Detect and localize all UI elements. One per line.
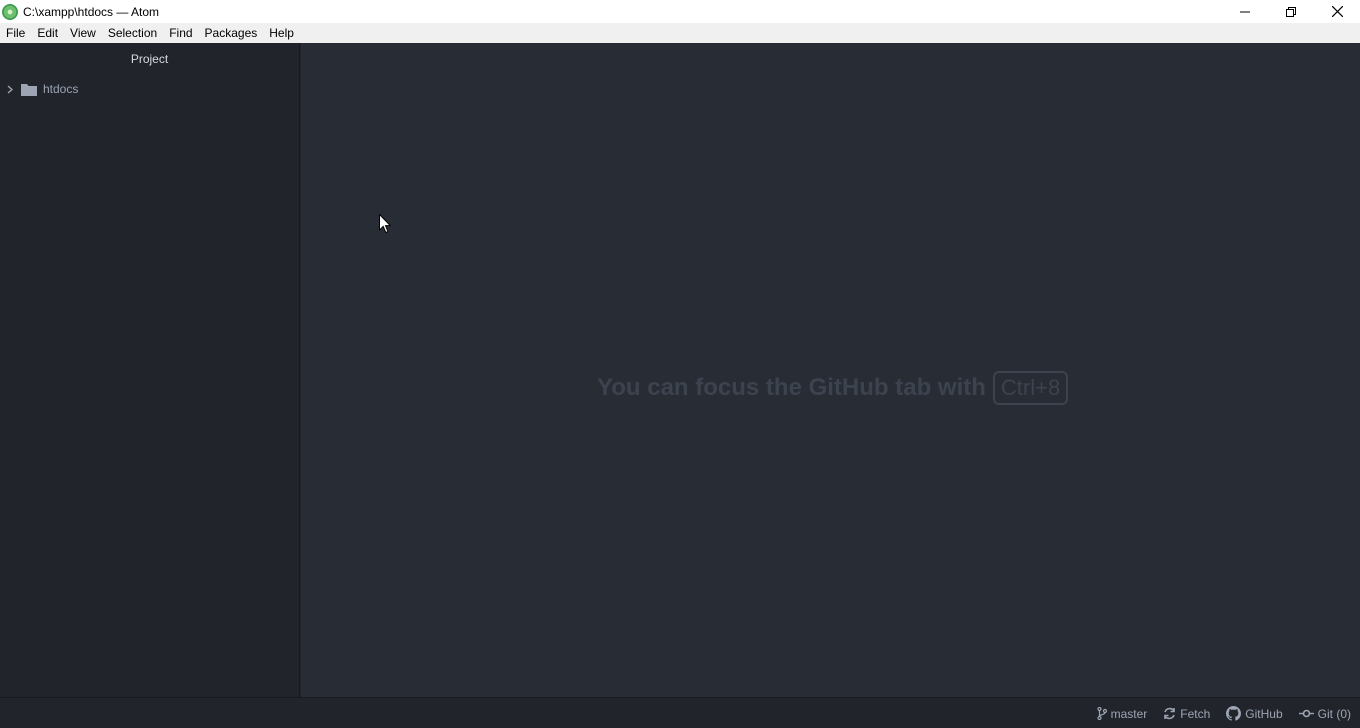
folder-icon bbox=[21, 82, 37, 96]
fetch-button[interactable]: Fetch bbox=[1163, 707, 1210, 721]
menu-selection[interactable]: Selection bbox=[102, 23, 163, 43]
menu-file[interactable]: File bbox=[0, 23, 31, 43]
shortcut-key: Ctrl+8 bbox=[992, 371, 1069, 405]
github-tab-hint: You can focus the GitHub tab with Ctrl+8 bbox=[597, 371, 1069, 405]
restore-button[interactable] bbox=[1268, 0, 1314, 23]
atom-logo-icon bbox=[2, 3, 18, 20]
menu-packages[interactable]: Packages bbox=[199, 23, 264, 43]
close-button[interactable] bbox=[1314, 0, 1360, 23]
menu-edit[interactable]: Edit bbox=[31, 23, 64, 43]
editor-pane[interactable]: You can focus the GitHub tab with Ctrl+8 bbox=[301, 43, 1360, 697]
window-controls bbox=[1222, 0, 1360, 23]
github-label: GitHub bbox=[1245, 706, 1283, 721]
window-titlebar[interactable]: C:\xampp\htdocs — Atom bbox=[0, 0, 1360, 23]
minimize-icon bbox=[1240, 11, 1250, 12]
github-icon bbox=[1226, 706, 1242, 721]
branch-label: master bbox=[1110, 706, 1148, 721]
minimize-button[interactable] bbox=[1222, 0, 1268, 23]
sync-icon bbox=[1164, 707, 1176, 720]
branch-button[interactable]: master bbox=[1096, 706, 1148, 721]
menu-view[interactable]: View bbox=[64, 23, 102, 43]
git-branch-icon bbox=[1096, 707, 1107, 720]
tree-item-htdocs[interactable]: htdocs bbox=[0, 79, 300, 99]
git-label: Git (0) bbox=[1317, 706, 1351, 721]
git-commit-icon bbox=[1298, 709, 1314, 718]
menu-help[interactable]: Help bbox=[263, 23, 300, 43]
menu-bar: File Edit View Selection Find Packages H… bbox=[0, 23, 1360, 43]
close-icon bbox=[1331, 6, 1343, 17]
tree-item-label: htdocs bbox=[43, 82, 79, 96]
hint-text: You can focus the GitHub tab with bbox=[597, 374, 986, 401]
chevron-right-icon[interactable] bbox=[7, 84, 17, 94]
menu-find[interactable]: Find bbox=[163, 23, 198, 43]
project-panel: Project htdocs bbox=[0, 43, 300, 697]
git-button[interactable]: Git (0) bbox=[1298, 706, 1351, 721]
status-bar: master Fetch GitHub Git (0) bbox=[0, 697, 1360, 728]
window-title: C:\xampp\htdocs — Atom bbox=[23, 4, 160, 19]
project-panel-title[interactable]: Project bbox=[0, 43, 299, 75]
mouse-cursor-icon bbox=[379, 214, 391, 234]
fetch-label: Fetch bbox=[1180, 706, 1211, 721]
github-button[interactable]: GitHub bbox=[1226, 706, 1283, 721]
restore-icon bbox=[1286, 6, 1296, 17]
